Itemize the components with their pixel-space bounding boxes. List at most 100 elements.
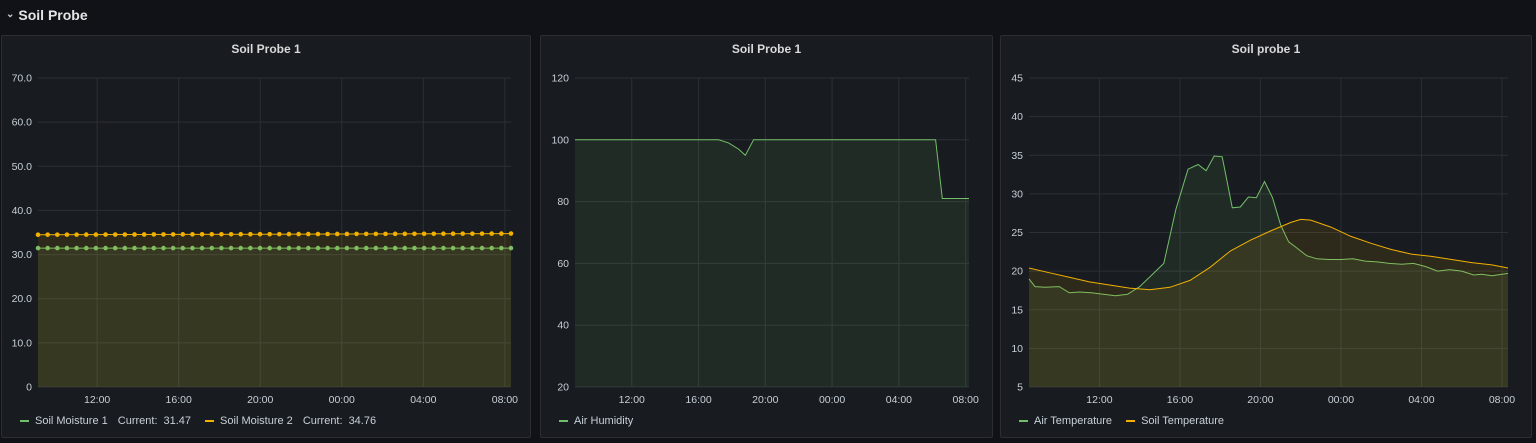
row-collapse-toggle[interactable]: ⌄ Soil Probe: [6, 4, 88, 26]
x-tick-label: 00:00: [1328, 394, 1354, 406]
x-tick-label: 04:00: [1408, 394, 1434, 406]
y-tick-label: 100: [551, 134, 569, 146]
data-point: [392, 231, 398, 237]
y-tick-label: 10.0: [12, 337, 33, 349]
data-point: [286, 231, 292, 237]
y-tick-label: 60.0: [12, 117, 33, 129]
panel-temperature: Soil probe 1 5 10 15 20 25 30 35 40 45 12:00 16:00…: [1000, 35, 1532, 438]
data-point: [170, 232, 176, 237]
legend-swatch: [1126, 420, 1136, 422]
y-tick-label: 30.0: [12, 249, 33, 261]
data-point: [499, 231, 504, 236]
y-tick-label: 30: [1011, 188, 1023, 200]
legend-item-air-temperature[interactable]: Air Temperature: [1019, 415, 1112, 427]
legend-label: Air Humidity: [574, 415, 634, 427]
data-point: [305, 231, 311, 237]
x-tick-label: 12:00: [84, 394, 110, 406]
data-point: [141, 232, 147, 237]
x-tick-label: 04:00: [886, 394, 912, 406]
data-point: [45, 232, 50, 237]
chevron-down-icon: ⌄: [6, 8, 15, 20]
series-area: [1029, 219, 1508, 387]
x-tick-label: 12:00: [1086, 394, 1112, 406]
legend-swatch: [205, 420, 215, 422]
panel-air-humidity: Soil Probe 1 20 40 60 80 100 120 12:00 16:00 20:…: [540, 35, 993, 438]
data-point: [460, 231, 466, 236]
data-point: [93, 232, 99, 237]
data-point: [209, 231, 215, 237]
y-tick-label: 35: [1011, 150, 1023, 162]
legend-current-value: 34.76: [348, 415, 377, 427]
series-area: [575, 139, 969, 387]
y-tick-label: 80: [557, 196, 569, 208]
x-tick-label: 20:00: [752, 394, 778, 406]
legend-current-label: Current:: [117, 415, 158, 427]
data-point: [74, 232, 79, 237]
data-point: [470, 231, 475, 236]
data-point: [267, 231, 272, 237]
data-point: [132, 232, 137, 237]
y-tick-label: 40.0: [12, 205, 33, 217]
y-tick-label: 15: [1011, 304, 1023, 316]
data-point: [248, 231, 253, 237]
y-tick-label: 40: [1011, 111, 1023, 123]
data-point: [508, 231, 514, 236]
legend-current-label: Current:: [302, 415, 343, 427]
y-tick-label: 70.0: [12, 73, 33, 85]
data-point: [344, 231, 350, 237]
x-tick-label: 00:00: [329, 394, 355, 406]
data-point: [450, 231, 456, 236]
legend: Soil Moisture 1 Current: 31.47 Soil Mois…: [20, 415, 376, 427]
x-tick-label: 16:00: [1167, 394, 1193, 406]
legend-item-soil-moisture-1[interactable]: Soil Moisture 1 Current: 31.47: [20, 415, 191, 427]
data-point: [402, 231, 408, 237]
data-point: [151, 232, 157, 237]
x-tick-label: 08:00: [953, 394, 979, 406]
legend: Air Temperature Soil Temperature: [1019, 415, 1224, 427]
legend-item-soil-temperature[interactable]: Soil Temperature: [1126, 415, 1224, 427]
x-tick-label: 08:00: [492, 394, 518, 406]
y-tick-label: 5: [1017, 382, 1023, 394]
series-area: [38, 233, 511, 387]
x-tick-label: 00:00: [819, 394, 845, 406]
x-tick-label: 12:00: [619, 394, 645, 406]
legend-item-air-humidity[interactable]: Air Humidity: [559, 415, 633, 427]
data-point: [55, 232, 60, 237]
legend: Air Humidity: [559, 415, 633, 427]
data-point: [431, 231, 437, 237]
x-tick-label: 16:00: [685, 394, 711, 406]
air-humidity-chart: 20 40 60 80 100 120 12:00 16:00 20:00 00:00 04:00 0…: [551, 73, 979, 407]
data-point: [363, 231, 369, 237]
legend-label: Soil Moisture 2: [220, 415, 293, 427]
data-point: [479, 231, 485, 236]
temperature-chart: 5 10 15 20 25 30 35 40 45 12:00 16:00 20:00 00:00 04:…: [1011, 73, 1515, 407]
data-point: [228, 231, 234, 237]
legend-swatch: [1019, 420, 1028, 422]
data-point: [412, 231, 417, 237]
legend-swatch: [20, 420, 29, 422]
data-point: [325, 231, 330, 237]
legend-label: Soil Temperature: [1141, 415, 1225, 427]
data-point: [103, 232, 108, 237]
legend-item-soil-moisture-2[interactable]: Soil Moisture 2 Current: 34.76: [205, 415, 376, 427]
data-point: [190, 232, 195, 237]
data-point: [421, 231, 427, 237]
legend-label: Soil Moisture 1: [35, 415, 108, 427]
data-point: [238, 231, 244, 237]
data-point: [112, 232, 118, 237]
data-point: [199, 232, 205, 237]
soil-moisture-chart: 0 10.0 20.0 30.0 40.0 50.0 60.0 70.0 12:00 16:00 2…: [12, 73, 519, 407]
data-point: [315, 231, 321, 237]
y-tick-label: 20: [1011, 266, 1023, 278]
legend-current-value: 31.47: [163, 415, 192, 427]
x-tick-label: 04:00: [410, 394, 436, 406]
data-point: [334, 231, 340, 237]
data-point: [296, 231, 301, 237]
data-point: [64, 232, 70, 237]
data-point: [383, 231, 388, 237]
data-point: [354, 231, 359, 237]
y-tick-label: 10: [1011, 343, 1023, 355]
x-tick-label: 16:00: [166, 394, 192, 406]
data-point: [257, 231, 263, 237]
y-tick-label: 20: [557, 382, 569, 394]
